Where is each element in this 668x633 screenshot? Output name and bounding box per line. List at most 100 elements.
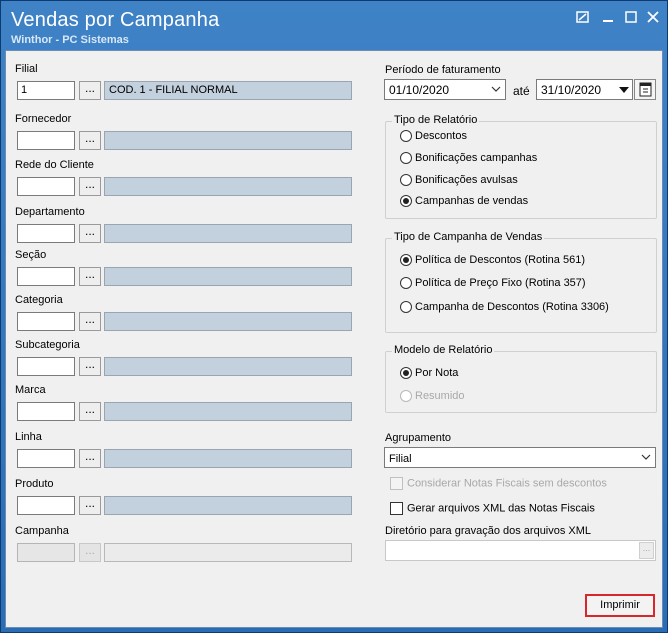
calendar-button[interactable] xyxy=(634,79,656,100)
option-label: Por Nota xyxy=(415,367,459,380)
produto-lookup-button[interactable]: ... xyxy=(79,496,101,515)
subcategoria-lookup-button[interactable]: ... xyxy=(79,357,101,376)
linha-description xyxy=(104,449,352,468)
form-body: Filial 1... COD. 1 - FILIAL NORMAL Forneced… xyxy=(5,50,663,628)
fornecedor-code-input[interactable] xyxy=(17,131,75,150)
fornecedor-description xyxy=(104,131,352,150)
tipo-campanha-option[interactable]: Campanha de Descontos (Rotina 3306) xyxy=(400,301,609,317)
option-label: Bonificações campanhas xyxy=(415,152,538,165)
diretorio-browse-button[interactable]: ... xyxy=(639,542,654,559)
categoria-label: Categoria xyxy=(15,294,63,306)
radio-icon xyxy=(400,254,412,267)
radio-icon xyxy=(400,152,412,165)
periodo-separator: até xyxy=(513,84,530,98)
departamento-label: Departamento xyxy=(15,206,85,218)
tipo-relatorio-option[interactable]: Bonificações avulsas xyxy=(400,174,518,190)
option-label: Política de Preço Fixo (Rotina 357) xyxy=(415,277,586,290)
modelo-relatorio-title: Modelo de Relatório xyxy=(392,344,495,356)
subcategoria-code-input[interactable] xyxy=(17,357,75,376)
categoria-lookup-button[interactable]: ... xyxy=(79,312,101,331)
option-label: Campanhas de vendas xyxy=(415,195,529,208)
linha-label: Linha xyxy=(15,431,42,443)
option-label: Resumido xyxy=(415,390,465,403)
agrupamento-label: Agrupamento xyxy=(385,432,452,444)
tipo-campanha-option[interactable]: Política de Preço Fixo (Rotina 357) xyxy=(400,277,586,293)
window-subtitle: Winthor - PC Sistemas xyxy=(11,34,129,46)
secao-code-input[interactable] xyxy=(17,267,75,286)
marca-code-input[interactable] xyxy=(17,402,75,421)
tipo-relatorio-option[interactable]: Bonificações campanhas xyxy=(400,152,537,168)
filial-code-input[interactable]: 1 xyxy=(17,81,75,100)
tipo-relatorio-title: Tipo de Relatório xyxy=(392,114,480,126)
departamento-lookup-button[interactable]: ... xyxy=(79,224,101,243)
option-label: Descontos xyxy=(415,130,467,143)
checkbox-box xyxy=(390,502,403,515)
filial-lookup-button[interactable]: ... xyxy=(79,81,101,100)
triangle-down-icon xyxy=(619,87,629,93)
close-icon[interactable] xyxy=(644,10,662,26)
campanha-label: Campanha xyxy=(15,525,69,537)
checkbox-box xyxy=(390,477,403,490)
dropdown-button[interactable] xyxy=(617,82,631,97)
maximize-icon[interactable] xyxy=(622,10,640,26)
radio-icon xyxy=(400,367,412,380)
produto-description xyxy=(104,496,352,515)
print-button[interactable]: Imprimir xyxy=(585,594,655,617)
categoria-description xyxy=(104,312,352,331)
agrupamento-value: Filial xyxy=(389,453,412,465)
gerar-xml-label: Gerar arquivos XML das Notas Fiscais xyxy=(407,502,595,515)
rede-do-cliente-lookup-button[interactable]: ... xyxy=(79,177,101,196)
title-bar: Vendas por Campanha Winthor - PC Sistema… xyxy=(1,1,667,47)
campanha-code-input[interactable] xyxy=(17,543,75,562)
tipo-relatorio-option[interactable]: Campanhas de vendas xyxy=(400,195,528,211)
departamento-description xyxy=(104,224,352,243)
marca-label: Marca xyxy=(15,384,46,396)
marca-description xyxy=(104,402,352,421)
app-window: Vendas por Campanha Winthor - PC Sistema… xyxy=(0,0,668,633)
marca-lookup-button[interactable]: ... xyxy=(79,402,101,421)
periodo-start-date[interactable]: 01/10/2020 xyxy=(384,79,506,100)
radio-icon xyxy=(400,277,412,290)
secao-lookup-button[interactable]: ... xyxy=(79,267,101,286)
departamento-code-input[interactable] xyxy=(17,224,75,243)
option-label: Campanha de Descontos (Rotina 3306) xyxy=(415,301,609,314)
secao-description xyxy=(104,267,352,286)
fornecedor-lookup-button[interactable]: ... xyxy=(79,131,101,150)
calendar-icon xyxy=(639,82,652,97)
radio-icon xyxy=(400,390,412,403)
produto-code-input[interactable] xyxy=(17,496,75,515)
filial-label: Filial xyxy=(15,63,38,75)
secao-label: Seção xyxy=(15,249,47,261)
radio-icon xyxy=(400,174,412,187)
agrupamento-select[interactable]: Filial xyxy=(384,447,656,468)
linha-lookup-button[interactable]: ... xyxy=(79,449,101,468)
modelo-relatorio-option[interactable]: Resumido xyxy=(400,390,465,406)
linha-code-input[interactable] xyxy=(17,449,75,468)
tipo-campanha-title: Tipo de Campanha de Vendas xyxy=(392,231,545,243)
fornecedor-label: Fornecedor xyxy=(15,113,72,125)
radio-icon xyxy=(400,195,412,208)
considerar-label: Considerar Notas Fiscais sem descontos xyxy=(407,477,607,490)
radio-icon xyxy=(400,130,412,143)
tipo-relatorio-option[interactable]: Descontos xyxy=(400,130,467,146)
categoria-code-input[interactable] xyxy=(17,312,75,331)
periodo-start-value: 01/10/2020 xyxy=(389,83,450,97)
filial-description: COD. 1 - FILIAL NORMAL xyxy=(104,81,352,100)
campanha-lookup-button[interactable]: ... xyxy=(79,543,101,562)
option-label: Política de Descontos (Rotina 561) xyxy=(415,254,585,267)
chevron-down-icon xyxy=(491,86,501,92)
rede-do-cliente-code-input[interactable] xyxy=(17,177,75,196)
window-title: Vendas por Campanha xyxy=(11,9,220,31)
chevron-down-icon xyxy=(641,454,651,460)
gerar-xml-checkbox[interactable]: Gerar arquivos XML das Notas Fiscais xyxy=(390,502,595,515)
considerar-checkbox[interactable]: Considerar Notas Fiscais sem descontos xyxy=(390,477,607,490)
modelo-relatorio-option[interactable]: Por Nota xyxy=(400,367,458,383)
radio-icon xyxy=(400,301,412,314)
tipo-campanha-option[interactable]: Política de Descontos (Rotina 561) xyxy=(400,254,585,270)
option-label: Bonificações avulsas xyxy=(415,174,518,187)
subcategoria-label: Subcategoria xyxy=(15,339,80,351)
restore-icon[interactable] xyxy=(574,10,592,26)
campanha-description xyxy=(104,543,352,562)
minimize-icon[interactable] xyxy=(599,10,617,26)
diretorio-input[interactable]: ... xyxy=(385,540,656,561)
